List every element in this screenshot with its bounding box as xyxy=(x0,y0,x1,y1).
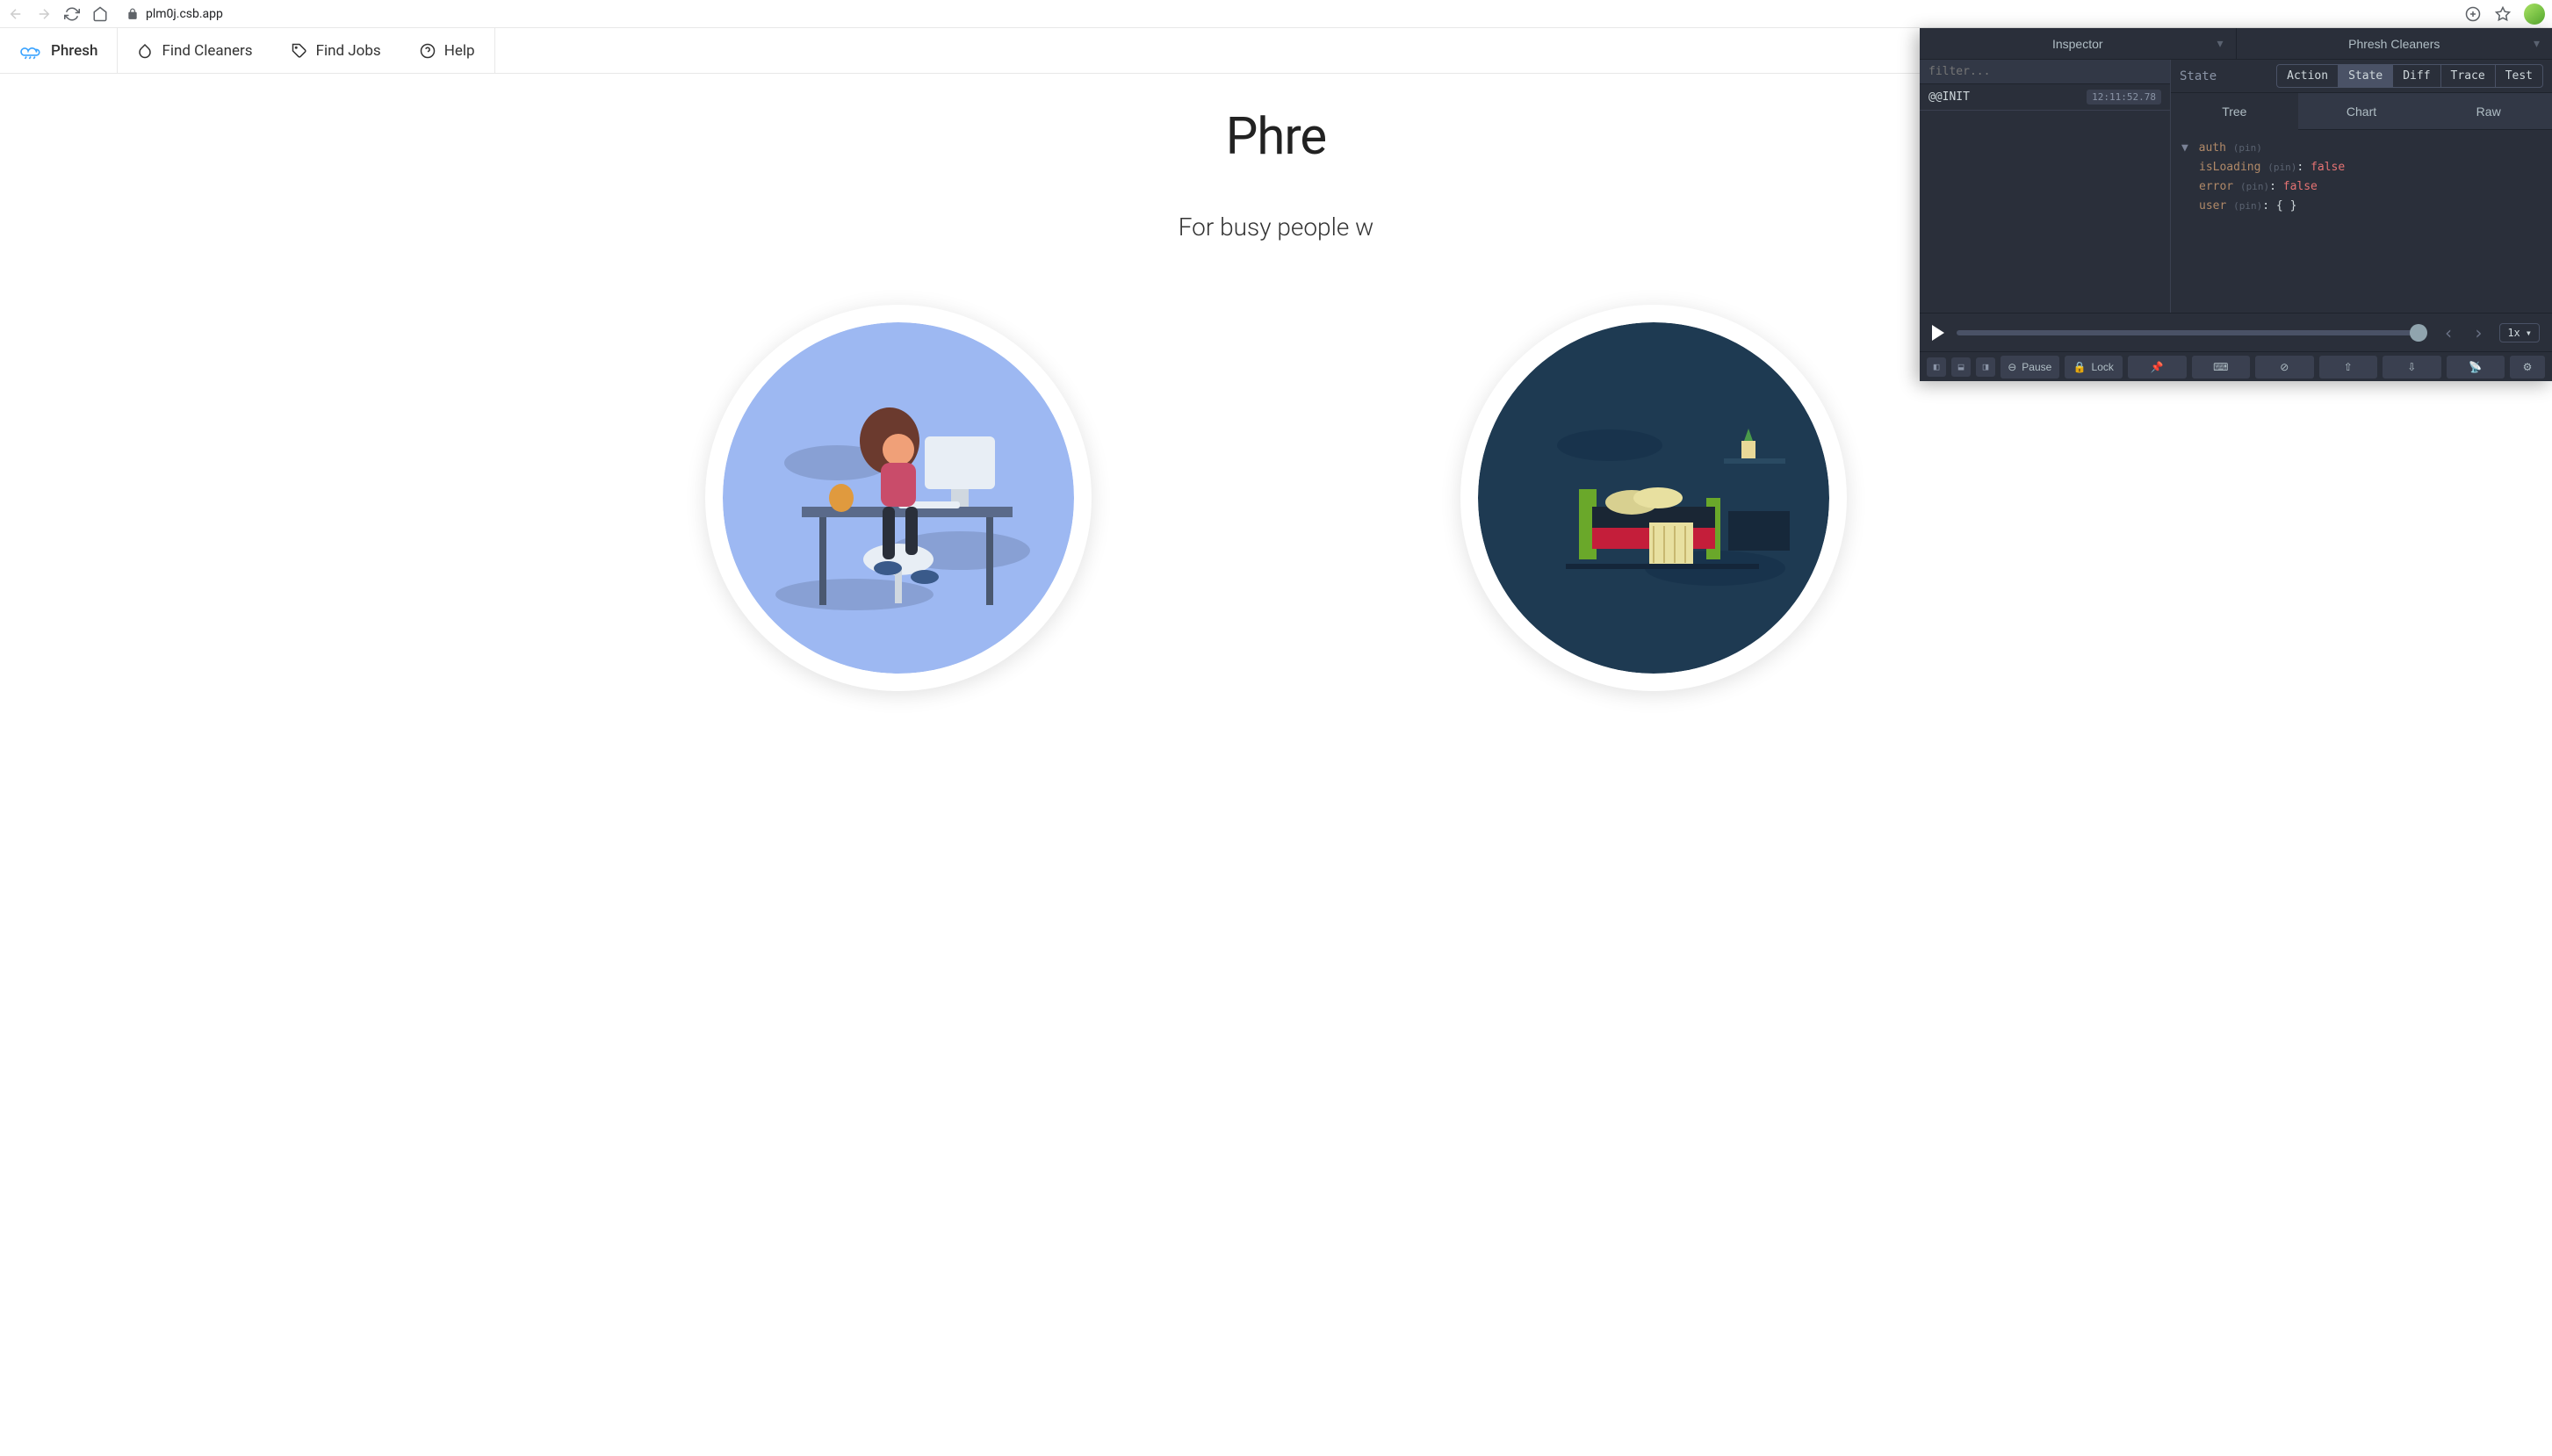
filter-bar xyxy=(1920,60,2170,84)
view-state-button[interactable]: State xyxy=(2339,65,2393,87)
subtab-tree[interactable]: Tree xyxy=(2171,93,2298,130)
play-button[interactable] xyxy=(1932,325,1944,341)
pin-label[interactable]: (pin) xyxy=(2267,162,2296,173)
timeline-prev-button[interactable]: ‹ xyxy=(2440,322,2457,343)
devtools-instance-dropdown[interactable]: Phresh Cleaners ▾ xyxy=(2237,28,2552,59)
tree-value: { } xyxy=(2276,199,2296,213)
view-button-group: Action State Diff Trace Test xyxy=(2276,64,2543,88)
chevron-down-icon: ▾ xyxy=(2217,36,2223,51)
pause-label: Pause xyxy=(2022,361,2051,373)
logo-text: Phresh xyxy=(51,42,97,60)
action-row-init[interactable]: @@INIT 12:11:52.78 xyxy=(1920,84,2170,111)
pause-button[interactable]: ⊖ Pause xyxy=(2001,356,2059,378)
view-diff-button[interactable]: Diff xyxy=(2393,65,2440,87)
keyboard-button[interactable]: ⌨ xyxy=(2192,356,2251,378)
pin-icon: 📌 xyxy=(2151,361,2164,373)
back-button[interactable] xyxy=(7,5,25,23)
panel-title: State xyxy=(2180,69,2217,83)
tree-key-error[interactable]: error xyxy=(2199,180,2233,193)
timeline-slider[interactable] xyxy=(1957,330,2427,335)
reload-button[interactable] xyxy=(63,5,81,23)
filter-input[interactable] xyxy=(1928,65,2161,78)
action-name: @@INIT xyxy=(1928,90,1970,104)
speed-dropdown[interactable]: 1x ▾ xyxy=(2499,323,2540,342)
bookmark-button[interactable] xyxy=(2494,5,2512,23)
tree-key-auth[interactable]: auth xyxy=(2199,141,2226,155)
browser-chrome: plm0j.csb.app xyxy=(0,0,2552,28)
chevron-down-icon: ▾ xyxy=(2534,36,2540,51)
upload-button[interactable]: ⇧ xyxy=(2319,356,2378,378)
avatar[interactable] xyxy=(2524,4,2545,25)
tree-key-isloading[interactable]: isLoading xyxy=(2199,161,2260,174)
pin-label[interactable]: (pin) xyxy=(2233,200,2262,212)
pause-icon: ⊖ xyxy=(2008,361,2016,373)
nav-item-label: Find Jobs xyxy=(316,42,381,60)
url-bar[interactable]: plm0j.csb.app xyxy=(126,7,223,21)
disable-icon: ⊘ xyxy=(2280,361,2289,373)
illustration-card-bedroom xyxy=(1460,305,1847,691)
layout-right-icon[interactable]: ◨ xyxy=(1976,357,1995,377)
layout-left-icon[interactable]: ◧ xyxy=(1927,357,1946,377)
settings-button[interactable]: ⚙ xyxy=(2510,356,2545,378)
cloud-rain-icon xyxy=(19,42,42,60)
add-tab-button[interactable] xyxy=(2464,5,2482,23)
view-test-button[interactable]: Test xyxy=(2496,65,2542,87)
illustration-bedroom xyxy=(1478,322,1829,674)
nav-find-cleaners[interactable]: Find Cleaners xyxy=(118,28,271,73)
instance-label: Phresh Cleaners xyxy=(2348,37,2440,51)
action-timestamp: 12:11:52.78 xyxy=(2087,90,2161,105)
pin-label[interactable]: (pin) xyxy=(2240,181,2269,192)
nav-item-label: Help xyxy=(444,42,475,60)
lock-icon: 🔒 xyxy=(2073,361,2087,373)
slider-thumb[interactable] xyxy=(2410,324,2427,342)
logo-link[interactable]: Phresh xyxy=(0,28,118,73)
pin-label[interactable]: (pin) xyxy=(2233,142,2262,154)
speed-label: 1x xyxy=(2507,327,2520,339)
timeline-next-button[interactable]: › xyxy=(2469,322,2487,343)
tag-icon xyxy=(292,43,307,59)
nav-help[interactable]: Help xyxy=(400,28,495,73)
inspector-label: Inspector xyxy=(2052,37,2103,51)
keyboard-icon: ⌨ xyxy=(2213,361,2228,373)
state-tree: ▼ auth (pin) isLoading (pin): false erro… xyxy=(2171,130,2552,225)
nav-find-jobs[interactable]: Find Jobs xyxy=(272,28,400,73)
bottom-toolbar: ◧ ⬓ ◨ ⊖ Pause 🔒 Lock 📌 ⌨ ⊘ ⇧ ⇩ 📡 ⚙ xyxy=(1920,351,2552,381)
lock-label: Lock xyxy=(2092,361,2114,373)
download-icon: ⇩ xyxy=(2407,361,2416,373)
timeline-bar: ‹ › 1x ▾ xyxy=(1920,313,2552,351)
gear-icon: ⚙ xyxy=(2523,361,2533,373)
subtab-chart[interactable]: Chart xyxy=(2298,93,2426,130)
droplet-icon xyxy=(137,43,153,59)
tree-caret-icon[interactable]: ▼ xyxy=(2181,141,2188,155)
upload-icon: ⇧ xyxy=(2344,361,2353,373)
download-button[interactable]: ⇩ xyxy=(2383,356,2441,378)
subtab-raw[interactable]: Raw xyxy=(2425,93,2552,130)
illustration-card-work xyxy=(705,305,1092,691)
remote-button[interactable]: 📡 xyxy=(2447,356,2505,378)
view-trace-button[interactable]: Trace xyxy=(2441,65,2496,87)
view-action-button[interactable]: Action xyxy=(2277,65,2339,87)
help-icon xyxy=(420,43,436,59)
disable-button[interactable]: ⊘ xyxy=(2255,356,2314,378)
chevron-down-icon: ▾ xyxy=(2526,327,2532,339)
home-button[interactable] xyxy=(91,5,109,23)
redux-devtools: Inspector ▾ Phresh Cleaners ▾ @@INIT 12:… xyxy=(1920,28,2552,381)
url-text: plm0j.csb.app xyxy=(146,7,223,21)
tree-key-user[interactable]: user xyxy=(2199,199,2226,213)
layout-bottom-icon[interactable]: ⬓ xyxy=(1951,357,1971,377)
tree-value: false xyxy=(2283,180,2318,193)
forward-button[interactable] xyxy=(35,5,53,23)
broadcast-icon: 📡 xyxy=(2469,361,2482,373)
illustration-person-desk xyxy=(723,322,1074,674)
nav-item-label: Find Cleaners xyxy=(162,42,252,60)
pin-button[interactable]: 📌 xyxy=(2128,356,2187,378)
lock-button[interactable]: 🔒 Lock xyxy=(2065,356,2123,378)
lock-icon xyxy=(126,8,139,20)
devtools-inspector-dropdown[interactable]: Inspector ▾ xyxy=(1920,28,2237,59)
tree-value: false xyxy=(2310,161,2345,174)
